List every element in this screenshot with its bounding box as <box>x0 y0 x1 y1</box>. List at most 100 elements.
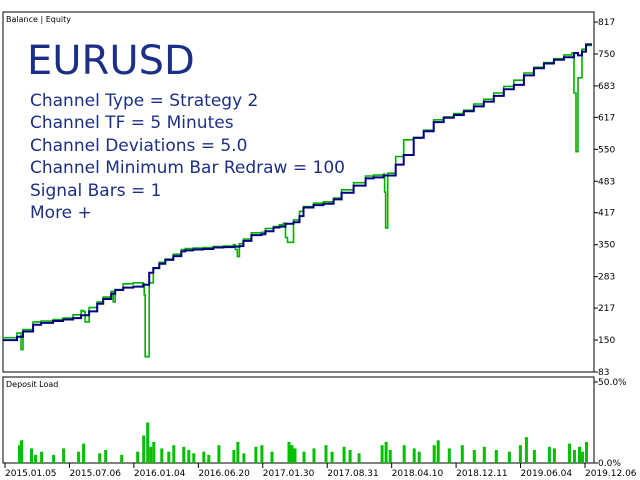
deposit-load-bar <box>568 443 571 463</box>
deposit-load-bar <box>172 445 176 463</box>
y-tick-label: 217 <box>598 304 615 314</box>
strategy-tester-chart: 817 750 683 617 550 483 417 350 283 217 150 83 Bala… <box>0 0 640 480</box>
x-tick-label: 2019.12.06 <box>585 469 637 479</box>
x-tick-label: 2018.12.11 <box>456 469 508 479</box>
deposit-load-bar <box>40 451 44 463</box>
deposit-load-bar <box>524 437 528 463</box>
deposit-load-bar <box>402 445 406 463</box>
deposit-load-bar <box>34 454 38 463</box>
info-line-signal-bars: Signal Bars = 1 <box>30 181 161 201</box>
deposit-y-tick-label: 50.0% <box>598 378 627 388</box>
deposit-load-bar <box>30 448 33 463</box>
deposit-load-bar <box>192 453 196 463</box>
deposit-load-bar <box>417 451 421 463</box>
deposit-load-bar <box>472 450 476 463</box>
deposit-load-bar <box>254 446 258 463</box>
y-tick-label: 817 <box>598 18 615 28</box>
deposit-load-bar <box>202 451 206 463</box>
x-tick-label: 2017.01.30 <box>263 469 315 479</box>
deposit-load-bar <box>242 453 246 463</box>
deposit-load-bar <box>142 435 146 463</box>
deposit-load-bar <box>120 454 124 463</box>
deposit-load-bar <box>182 446 186 463</box>
deposit-load-bar <box>312 448 316 463</box>
deposit-load-bar <box>532 450 536 463</box>
deposit-load-bar <box>380 445 384 463</box>
deposit-load-bar <box>146 422 150 463</box>
deposit-load-bar <box>348 450 352 463</box>
deposit-load-bar <box>287 441 291 463</box>
y-tick-label: 483 <box>598 177 615 187</box>
deposit-load-bar <box>482 446 486 463</box>
info-line-min-bar-redraw: Channel Minimum Bar Redraw = 100 <box>30 158 345 178</box>
y-tick-label: 617 <box>598 113 615 123</box>
deposit-load-bar <box>494 450 498 463</box>
x-tick-label: 2018.04.10 <box>392 469 444 479</box>
deposit-load-bar <box>581 451 584 463</box>
deposit-load-bar <box>342 446 346 463</box>
deposit-load-bar <box>160 448 164 463</box>
deposit-load-bar <box>236 441 240 463</box>
legend-balance: Balance <box>6 15 38 24</box>
deposit-load-bar <box>324 445 328 463</box>
y-tick-label: 683 <box>598 82 615 92</box>
deposit-load-bar <box>62 448 66 463</box>
deposit-load-bar <box>293 448 297 463</box>
info-line-channel-tf: Channel TF = 5 Minutes <box>30 113 234 133</box>
deposit-load-bar <box>447 448 451 463</box>
deposit-load-bar <box>136 451 140 463</box>
deposit-load-bar <box>432 445 436 463</box>
y-tick-label: 350 <box>598 241 615 251</box>
deposit-load-bar <box>547 446 551 463</box>
x-tick-label: 2015.01.05 <box>5 469 57 479</box>
deposit-load-bar <box>573 450 576 463</box>
deposit-load-bar <box>152 441 156 463</box>
deposit-load-bar <box>357 453 361 463</box>
deposit-load-bar <box>20 440 23 463</box>
deposit-load-bar <box>460 445 464 463</box>
deposit-load-bar <box>290 445 294 463</box>
legend-separator: | <box>38 15 46 24</box>
deposit-load-panel <box>2 376 595 464</box>
deposit-load-bar <box>585 441 588 463</box>
deposit-load-bar <box>436 440 440 463</box>
deposit-load-bar <box>207 454 211 463</box>
deposit-load-bar <box>187 450 191 463</box>
deposit-load-bar <box>260 445 264 463</box>
deposit-load-bar <box>52 454 56 463</box>
legend-equity: Equity <box>46 15 72 24</box>
x-tick-label: 2019.06.04 <box>521 469 573 479</box>
y-tick-label: 417 <box>598 209 615 219</box>
deposit-load-bar <box>232 450 236 463</box>
x-tick-label: 2017.08.31 <box>327 469 379 479</box>
x-tick-label: 2016.06.20 <box>198 469 250 479</box>
deposit-load-bar <box>104 450 108 463</box>
info-line-more: More + <box>30 203 92 223</box>
y-tick-label: 150 <box>598 336 615 346</box>
deposit-load-bar <box>518 445 522 463</box>
y-tick-label: 550 <box>598 145 615 155</box>
deposit-load-bar <box>412 448 416 463</box>
deposit-load-bar <box>578 446 581 463</box>
deposit-y-tick-label: 0.0% <box>598 459 621 469</box>
deposit-load-bar <box>507 451 511 463</box>
deposit-load-title: Deposit Load <box>6 380 58 389</box>
deposit-load-bar <box>149 446 153 463</box>
y-tick-label: 83 <box>598 368 609 378</box>
deposit-load-bar <box>552 448 556 463</box>
deposit-load-bar <box>270 451 274 463</box>
deposit-load-bar <box>82 443 86 463</box>
deposit-load-bar <box>217 445 221 463</box>
legend-text: Balance | Equity <box>6 15 71 24</box>
deposit-load-bar <box>388 450 392 463</box>
deposit-load-bar <box>302 451 306 463</box>
info-line-channel-type: Channel Type = Strategy 2 <box>30 91 258 111</box>
info-line-channel-deviations: Channel Deviations = 5.0 <box>30 136 247 156</box>
x-tick-label: 2016.01.04 <box>134 469 186 479</box>
deposit-load-bar <box>330 451 334 463</box>
deposit-load-bar <box>98 453 102 463</box>
deposit-load-bar <box>384 441 388 463</box>
symbol-title: EURUSD <box>27 38 195 84</box>
y-tick-label: 750 <box>598 50 615 60</box>
deposit-load-bar <box>77 451 81 463</box>
